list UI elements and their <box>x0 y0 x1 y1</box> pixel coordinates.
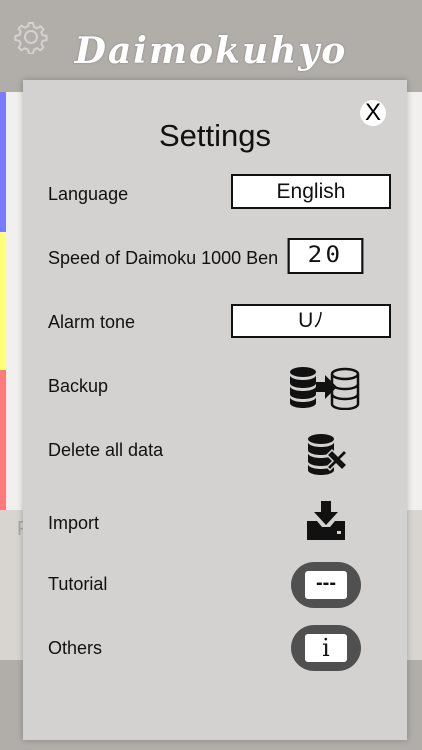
settings-dialog: X Settings Language English Speed of Dai… <box>23 80 407 740</box>
delete-label: Delete all data <box>48 440 164 460</box>
color-stripe-yellow <box>0 232 6 370</box>
backup-label: Backup <box>48 376 109 396</box>
dialog-title: Settings <box>158 118 271 153</box>
database-export-icon[interactable] <box>289 366 361 410</box>
database-delete-icon[interactable] <box>307 433 347 475</box>
speed-input[interactable]: 20 <box>287 238 364 274</box>
tutorial-button[interactable]: --- <box>291 562 361 608</box>
app-title: Daimokuhyo <box>74 30 348 72</box>
color-stripe-blue <box>0 92 6 232</box>
speed-label: Speed of Daimoku 1000 Ben <box>48 248 279 268</box>
color-stripe-red <box>0 370 6 510</box>
others-button[interactable]: i <box>291 625 361 671</box>
app-header: Daimokuhyo <box>0 0 422 92</box>
info-icon: i <box>305 634 347 662</box>
language-select[interactable]: English <box>231 174 391 209</box>
import-label: Import <box>48 513 100 533</box>
alarm-select[interactable]: Uﾉ <box>231 304 391 338</box>
alarm-label: Alarm tone <box>48 312 136 332</box>
tutorial-button-text: --- <box>305 571 347 599</box>
download-tray-icon[interactable] <box>305 501 347 541</box>
language-label: Language <box>48 184 129 204</box>
tutorial-label: Tutorial <box>48 574 108 594</box>
others-label: Others <box>48 638 103 658</box>
